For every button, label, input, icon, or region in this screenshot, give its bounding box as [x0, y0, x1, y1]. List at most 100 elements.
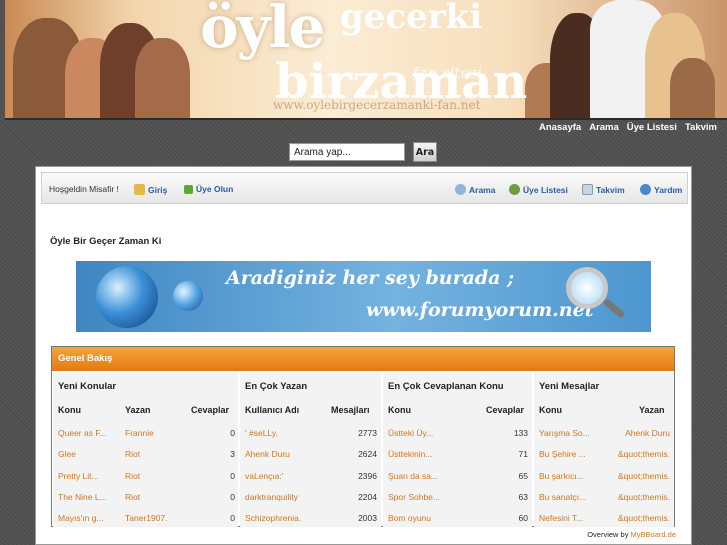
new-topics-column: Yeni Konular Konu Yazan Cevaplar Queer a…	[53, 373, 238, 527]
main-container: Hoşgeldin Misafir ! Giriş Üye Olun Arama…	[35, 166, 692, 545]
help-icon	[640, 184, 651, 195]
ad-banner[interactable]: Aradiginiz her sey burada ; www.forumyor…	[76, 261, 651, 332]
table-row-topic[interactable]: Pretty Lit...	[58, 471, 120, 481]
table-row-topic[interactable]: Yarışma So...	[539, 428, 595, 438]
nav-home[interactable]: Anasayfa	[539, 122, 581, 133]
table-row-replies: 60	[518, 513, 528, 523]
table-row-author[interactable]: Frannie	[125, 428, 185, 438]
table-row-author[interactable]: Riot	[125, 492, 185, 502]
col-header-replies: Cevaplar	[191, 405, 230, 415]
panel-help-label: Yardım	[654, 184, 683, 195]
new-topics-title: Yeni Konular	[58, 381, 117, 392]
col-header-replies: Cevaplar	[486, 405, 525, 415]
table-row-topic[interactable]: Bu şarkıcı...	[539, 471, 595, 481]
table-row-replies: 0	[230, 428, 235, 438]
table-row-posts: 2003	[358, 513, 377, 523]
col-header-topic: Konu	[58, 405, 81, 415]
most-replied-column: En Çok Cevaplanan Konu Konu Cevaplar Üst…	[383, 373, 532, 527]
new-posts-title: Yeni Mesajlar	[539, 381, 600, 392]
top-posters-column: En Çok Yazan Kullanıcı Adı Mesajları ' #…	[240, 373, 381, 527]
table-row-replies: 133	[513, 428, 528, 438]
new-posts-column: Yeni Mesajlar Konu Yazan Yarışma So... A…	[534, 373, 674, 527]
table-row-replies: 71	[518, 449, 528, 459]
nav-calendar[interactable]: Takvim	[685, 122, 717, 133]
search-input[interactable]	[289, 143, 405, 161]
footer-credit: Overview by MyBBoard.de	[587, 530, 676, 539]
user-panel: Hoşgeldin Misafir ! Giriş Üye Olun Arama…	[41, 172, 688, 204]
login-label: Giriş	[148, 184, 168, 195]
panel-calendar-link[interactable]: Takvim	[582, 184, 625, 195]
col-header-topic: Konu	[388, 405, 411, 415]
top-nav: Anasayfa Arama Üye Listesi Takvim	[539, 122, 717, 133]
col-header-topic: Konu	[539, 405, 562, 415]
table-row-topic[interactable]: Bom oyunu	[388, 513, 478, 523]
banner-url: www.oylebirgecerzamanki-fan.net	[273, 98, 481, 112]
table-row-topic[interactable]: Glee	[58, 449, 120, 459]
users-icon	[509, 184, 520, 195]
table-row-author[interactable]: &quot;themis.	[596, 492, 670, 502]
nav-members[interactable]: Üye Listesi	[627, 122, 677, 133]
panel-members-link[interactable]: Üye Listesi	[509, 184, 568, 195]
banner-title-2: gecerki	[340, 0, 483, 37]
panel-members-label: Üye Listesi	[523, 184, 568, 195]
table-row-replies: 0	[230, 513, 235, 523]
table-row-posts: 2204	[358, 492, 377, 502]
table-row-posts: 2773	[358, 428, 377, 438]
table-row-topic[interactable]: Bu Şehire ...	[539, 449, 595, 459]
globe-icon	[96, 266, 158, 328]
ad-line1: Aradiginiz her sey burada ;	[226, 267, 515, 289]
footer-text: Overview by	[587, 530, 629, 539]
table-row-topic[interactable]: Üstteki Üy...	[388, 428, 478, 438]
arrow-icon	[184, 184, 193, 194]
panel-help-link[interactable]: Yardım	[640, 184, 682, 195]
table-row-posts: 2396	[358, 471, 377, 481]
table-row-author[interactable]: &quot;themis.	[596, 513, 670, 523]
most-replied-title: En Çok Cevaplanan Konu	[388, 381, 504, 392]
panel-search-link[interactable]: Arama	[455, 184, 495, 195]
table-row-author[interactable]: Riot	[125, 449, 185, 459]
banner-fan-label: fan sitesi	[413, 64, 482, 82]
overview-title: Genel Bakış	[52, 347, 674, 371]
ad-line2: www.forumyorum.net	[366, 299, 594, 321]
table-row-replies: 3	[230, 449, 235, 459]
table-row-topic[interactable]: Üsttekinin...	[388, 449, 478, 459]
table-row-topic[interactable]: Şuan da sa...	[388, 471, 478, 481]
table-row-author[interactable]: &quot;themis.	[596, 449, 670, 459]
table-row-topic[interactable]: Queer as F...	[58, 428, 120, 438]
banner-title: öyle	[200, 0, 325, 61]
nav-search[interactable]: Arama	[589, 122, 619, 133]
panel-search-label: Arama	[469, 184, 496, 195]
col-header-author: Yazan	[639, 405, 665, 415]
table-row-author[interactable]: Taner1907.	[125, 513, 185, 523]
globe-small-icon	[173, 281, 203, 311]
table-row-topic[interactable]: Spor Sohbe...	[388, 492, 478, 502]
table-row-user[interactable]: vaLençıa:'	[245, 471, 333, 481]
search-icon	[455, 184, 466, 195]
table-row-user[interactable]: ' #seLLy.	[245, 428, 333, 438]
table-row-replies: 63	[518, 492, 528, 502]
panel-calendar-label: Takvim	[596, 184, 625, 195]
table-row-author[interactable]: Riot	[125, 471, 185, 481]
table-row-topic[interactable]: Bu sanatçı...	[539, 492, 595, 502]
login-link[interactable]: Giriş	[134, 184, 167, 195]
col-header-username: Kullanıcı Adı	[245, 405, 300, 415]
table-row-posts: 2624	[358, 449, 377, 459]
search-button[interactable]: Ara	[413, 142, 437, 162]
table-row-author[interactable]: &quot;themis.	[596, 471, 670, 481]
table-row-user[interactable]: darktranquility	[245, 492, 333, 502]
table-row-topic[interactable]: Mayıs'ın g...	[58, 513, 120, 523]
header-banner: öyle gecerki birzaman fan sitesi www.oyl…	[5, 0, 727, 120]
col-header-posts: Mesajları	[331, 405, 370, 415]
table-row-topic[interactable]: The Nine L...	[58, 492, 120, 502]
col-header-author: Yazan	[125, 405, 151, 415]
footer-link[interactable]: MyBBoard.de	[631, 530, 676, 539]
table-row-user[interactable]: Ahenk Duru	[245, 449, 333, 459]
table-row-topic[interactable]: Nefesini T...	[539, 513, 595, 523]
magnifier-handle	[602, 298, 626, 319]
table-row-replies: 0	[230, 471, 235, 481]
overview-box: Genel Bakış Yeni Konular Konu Yazan Ceva…	[51, 346, 675, 527]
top-posters-title: En Çok Yazan	[245, 381, 308, 392]
table-row-author[interactable]: Ahenk Duru	[596, 428, 670, 438]
register-link[interactable]: Üye Olun	[184, 184, 233, 194]
table-row-user[interactable]: Schizophrenia.	[245, 513, 333, 523]
